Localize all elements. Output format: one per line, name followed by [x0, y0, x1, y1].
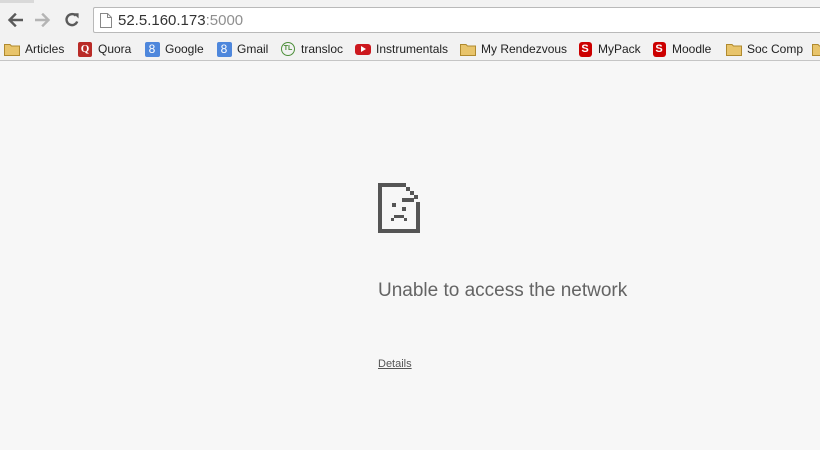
- transloc-glyph: TL: [281, 42, 295, 56]
- bookmarks-bar: Articles Q Quora 8 Google 8 Gmail TL tra…: [0, 37, 820, 61]
- transloc-icon: TL: [280, 41, 296, 57]
- reload-icon: [65, 12, 79, 27]
- quora-icon: Q: [77, 41, 93, 57]
- url-host: 52.5.160.173: [118, 12, 206, 29]
- quora-glyph: Q: [78, 41, 92, 57]
- error-page: Unable to access the network Details: [0, 62, 820, 450]
- bookmark-transloc[interactable]: TL transloc: [280, 39, 343, 59]
- bookmark-label: Instrumentals: [376, 42, 449, 56]
- folder-icon: [460, 41, 476, 57]
- bookmark-moodle[interactable]: S Moodle: [651, 39, 711, 59]
- bookmark-gmail[interactable]: 8 Gmail: [216, 39, 268, 59]
- bookmark-label: Quora: [98, 42, 132, 56]
- google-glyph: 8: [216, 41, 232, 57]
- back-arrow-icon: [7, 13, 23, 27]
- ncsu-icon: S: [577, 41, 593, 57]
- bookmark-google[interactable]: 8 Google: [144, 39, 204, 59]
- ncsu-icon: S: [651, 41, 667, 57]
- bookmark-label: Soc Comp: [747, 42, 804, 56]
- details-link[interactable]: Details: [378, 358, 412, 370]
- browser-toolbar: 52.5.160.173:5000: [0, 0, 820, 38]
- bookmark-label: MyPack: [598, 42, 641, 56]
- bookmark-articles[interactable]: Articles: [4, 39, 64, 59]
- google-icon: 8: [144, 41, 160, 57]
- page-icon: [100, 13, 112, 28]
- bookmark-soc-comp[interactable]: Soc Comp: [726, 39, 803, 59]
- url-text[interactable]: 52.5.160.173:5000: [118, 12, 243, 29]
- folder-icon: [726, 41, 742, 57]
- reload-button[interactable]: [62, 10, 82, 30]
- bookmark-label: Gmail: [237, 42, 269, 56]
- url-port: :5000: [205, 12, 244, 29]
- youtube-icon: [355, 41, 371, 57]
- folder-icon: [4, 41, 20, 57]
- forward-button[interactable]: [33, 10, 53, 30]
- bookmark-label: Google: [165, 42, 204, 56]
- bookmark-label: My Rendezvous: [481, 42, 568, 56]
- ncsu-glyph: S: [652, 41, 666, 57]
- bookmark-mypack[interactable]: S MyPack: [577, 39, 641, 59]
- bookmark-quora[interactable]: Q Quora: [77, 39, 131, 59]
- bookmark-my-rendezvous[interactable]: My Rendezvous: [460, 39, 567, 59]
- forward-arrow-icon: [35, 13, 51, 27]
- back-button[interactable]: [5, 10, 25, 30]
- bookmark-label: Moodle: [672, 42, 712, 56]
- google-icon: 8: [216, 41, 232, 57]
- ncsu-glyph: S: [578, 41, 592, 57]
- bookmark-label: Articles: [25, 42, 65, 56]
- bookmark-label: transloc: [301, 42, 344, 56]
- tab-strip-edge: [0, 0, 34, 3]
- bookmark-instrumentals[interactable]: Instrumentals: [355, 39, 448, 59]
- error-heading: Unable to access the network: [378, 280, 628, 301]
- address-bar[interactable]: 52.5.160.173:5000: [93, 7, 820, 33]
- google-glyph: 8: [144, 41, 160, 57]
- folder-icon: [812, 41, 820, 57]
- sad-page-icon: [378, 183, 420, 233]
- bookmark-overflow-folder[interactable]: [812, 39, 820, 59]
